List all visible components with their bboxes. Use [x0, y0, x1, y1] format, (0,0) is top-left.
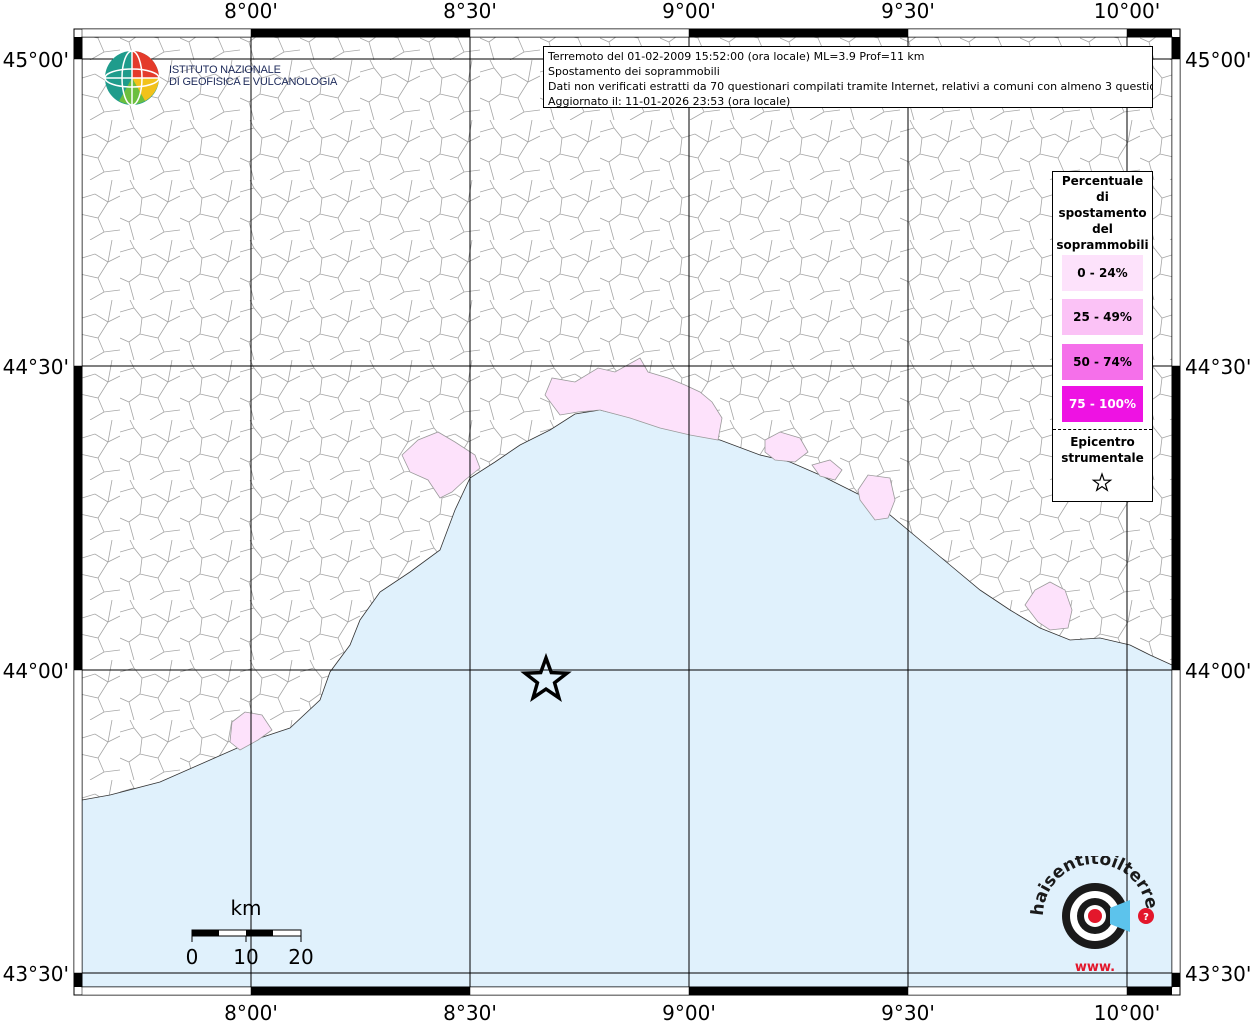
event-title: Terremoto del 01-02-2009 15:52:00 (ora l…: [548, 50, 925, 63]
scale-tick: 0: [186, 945, 199, 969]
right-label: 43°30': [1185, 962, 1251, 986]
top-label: 10°00': [1094, 0, 1160, 23]
legend-class-label: 75 - 100%: [1068, 397, 1137, 411]
bottom-label: 8°30': [443, 1001, 497, 1024]
legend-class-25-49: 25 - 49%: [1062, 299, 1143, 335]
data-disclaimer: Dati non verificati estratti da 70 quest…: [548, 80, 1153, 93]
globe-icon: [104, 50, 160, 106]
legend-title: Percentuale di spostamento del soprammob…: [1053, 172, 1152, 253]
bottom-label: 9°00': [662, 1001, 716, 1024]
right-label: 44°00': [1185, 659, 1251, 683]
top-axis-labels: 8°00' 8°30' 9°00' 9°30' 10°00': [224, 0, 1160, 23]
legend-title-line: del: [1092, 222, 1113, 236]
legend-epicenter-line: strumentale: [1061, 451, 1144, 465]
left-label: 44°00': [3, 659, 69, 683]
legend-class-label: 50 - 74%: [1073, 355, 1132, 369]
map-subject: Spostamento dei soprammobili: [548, 65, 720, 78]
top-label: 9°00': [662, 0, 716, 23]
scale-tick: 20: [288, 945, 313, 969]
bottom-label: 9°30': [881, 1001, 935, 1024]
bottom-label: 10°00': [1094, 1001, 1160, 1024]
right-label: 44°30': [1185, 355, 1251, 379]
left-label: 45°00': [3, 48, 69, 72]
logo-line: ISTITUTO NAZIONALE: [169, 64, 281, 76]
legend-title-line: soprammobili: [1056, 238, 1149, 252]
scale-unit: km: [230, 896, 261, 920]
legend-class-0-24: 0 - 24%: [1062, 255, 1143, 291]
legend-epicenter-line: Epicentro: [1070, 435, 1135, 449]
top-label: 8°30': [443, 0, 497, 23]
right-label: 45°00': [1185, 48, 1251, 72]
event-info-box: Terremoto del 01-02-2009 15:52:00 (ora l…: [543, 46, 1153, 108]
left-label: 43°30': [3, 962, 69, 986]
legend-title-line: spostamento: [1058, 206, 1147, 220]
legend-class-label: 25 - 49%: [1073, 310, 1132, 324]
haisentito-badge[interactable]: ? haisentitoilterremoto.it www.: [1021, 841, 1161, 976]
badge-prefix: www.: [1075, 960, 1115, 975]
top-label: 9°30': [881, 0, 935, 23]
bottom-axis-labels: 8°00' 8°30' 9°00' 9°30' 10°00': [224, 1001, 1160, 1024]
ingv-logo: ISTITUTO NAZIONALE DI GEOFISICA E VULCAN…: [101, 48, 341, 108]
legend-class-label: 0 - 24%: [1077, 266, 1128, 280]
legend-class-50-74: 50 - 74%: [1062, 344, 1143, 380]
right-axis-labels: 45°00' 44°30' 44°00' 43°30': [1185, 48, 1251, 986]
star-icon: [1091, 472, 1113, 492]
ingv-logo-text: ISTITUTO NAZIONALE DI GEOFISICA E VULCAN…: [169, 64, 337, 88]
update-timestamp: Aggiornato il: 11-01-2026 23:53 (ora loc…: [548, 95, 791, 108]
legend-class-75-100: 75 - 100%: [1062, 386, 1143, 422]
svg-text:?: ?: [1143, 912, 1149, 923]
scale-tick: 10: [233, 945, 258, 969]
left-axis-labels: 45°00' 44°30' 44°00' 43°30': [3, 48, 69, 986]
legend: Percentuale di spostamento del soprammob…: [1052, 171, 1153, 502]
legend-epicenter-label: Epicentro strumentale: [1053, 434, 1152, 466]
bottom-label: 8°00': [224, 1001, 278, 1024]
left-label: 44°30': [3, 355, 69, 379]
legend-divider: [1053, 429, 1152, 430]
haisentito-logo: ? haisentitoilterremoto.it www.: [1021, 841, 1161, 975]
legend-title-line: di: [1096, 190, 1109, 204]
logo-line: DI GEOFISICA E VULCANOLOGIA: [169, 76, 338, 88]
legend-title-line: Percentuale: [1061, 174, 1144, 188]
top-label: 8°00': [224, 0, 278, 23]
